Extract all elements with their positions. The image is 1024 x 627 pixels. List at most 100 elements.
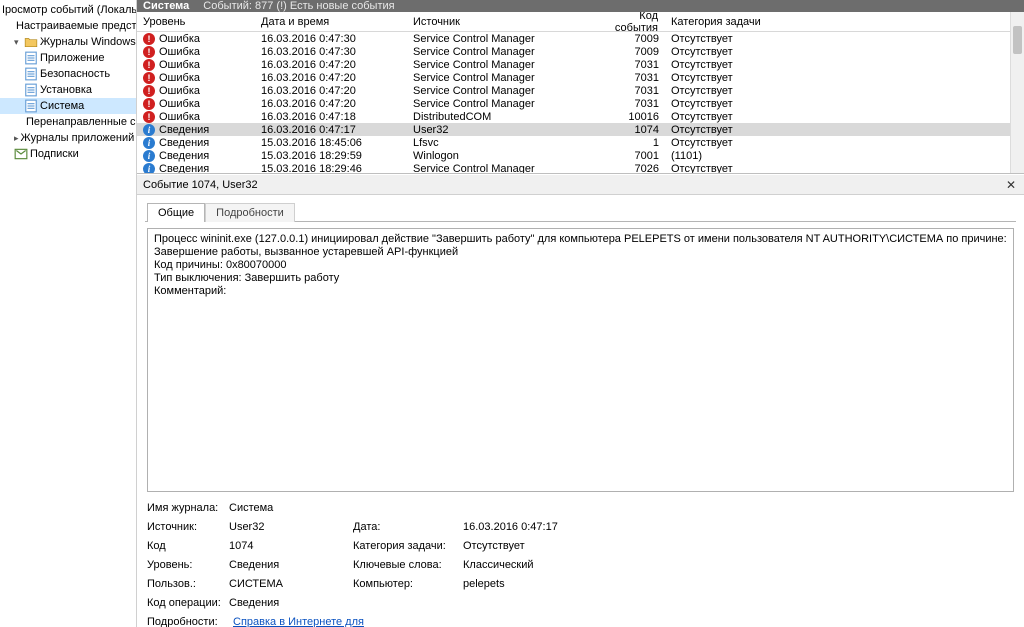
help-link[interactable]: Справка в Интернете для — [233, 616, 364, 627]
cell-datetime: 15.03.2016 18:45:06 — [255, 137, 407, 149]
cell-event-id: 7031 — [591, 72, 665, 84]
cell-datetime: 15.03.2016 18:29:59 — [255, 150, 407, 162]
error-icon — [143, 111, 155, 123]
event-row[interactable]: Ошибка16.03.2016 0:47:30Service Control … — [137, 45, 1010, 58]
cell-source: DistributedCOM — [407, 111, 591, 123]
cell-category: Отсутствует — [665, 163, 825, 174]
cell-datetime: 16.03.2016 0:47:20 — [255, 59, 407, 71]
prop-moreinfo-label: Подробности: — [147, 616, 223, 627]
tree-item-перенаправленные соб[interactable]: Перенаправленные соб — [0, 114, 136, 130]
event-row[interactable]: Ошибка16.03.2016 0:47:20Service Control … — [137, 71, 1010, 84]
tree-item-система[interactable]: Система — [0, 98, 136, 114]
tree-custom-views[interactable]: Настраиваемые представле — [0, 18, 136, 34]
event-row[interactable]: Ошибка16.03.2016 0:47:18DistributedCOM10… — [137, 110, 1010, 123]
prop-logname-label: Имя журнала: — [147, 502, 223, 514]
cell-event-id: 7031 — [591, 59, 665, 71]
subscriptions-icon — [14, 147, 28, 161]
col-source[interactable]: Источник — [407, 12, 591, 31]
cell-category: Отсутствует — [665, 85, 825, 97]
tree-item-установка[interactable]: Установка — [0, 82, 136, 98]
cell-source: Service Control Manager — [407, 98, 591, 110]
tab-general[interactable]: Общие — [147, 203, 205, 222]
tree-item-приложение[interactable]: Приложение — [0, 50, 136, 66]
tab-details[interactable]: Подробности — [205, 203, 295, 222]
event-row[interactable]: Ошибка 16.03.2016 0:47:20Service Control … — [137, 97, 1010, 110]
cell-event-id: 1 — [591, 137, 665, 149]
cell-event-id: 7009 — [591, 46, 665, 58]
cell-category: Отсутствует — [665, 124, 825, 136]
cell-level: Ошибка — [159, 59, 200, 71]
cell-level: Ошибка — [159, 33, 200, 45]
events-grid[interactable]: Уровень Дата и время Источник Код событи… — [137, 12, 1010, 173]
cell-level: Сведения — [159, 163, 209, 174]
folder-icon — [24, 35, 38, 49]
prop-level-value: Сведения — [229, 559, 347, 571]
cell-level: Сведения — [159, 137, 209, 149]
cell-category: Отсутствует — [665, 33, 825, 45]
event-row[interactable]: Сведения16.03.2016 0:47:17User321074Отсу… — [137, 123, 1010, 136]
event-row[interactable]: Сведения15.03.2016 18:45:06Lfsvc1Отсутст… — [137, 136, 1010, 149]
log-icon — [24, 51, 38, 65]
col-event-id[interactable]: Код события — [591, 12, 665, 31]
cell-source: Lfsvc — [407, 137, 591, 149]
close-detail-button[interactable]: ✕ — [1004, 178, 1018, 192]
cell-source: Service Control Manager — [407, 163, 591, 174]
tree-app-service-logs[interactable]: ▸ Журналы приложений и сл — [0, 130, 136, 146]
detail-header: Событие 1074, User32 ✕ — [137, 175, 1024, 195]
event-row[interactable]: Ошибка16.03.2016 0:47:20Service Control … — [137, 84, 1010, 97]
navigation-tree[interactable]: Іросмотр событий (Локальны Настраиваемые… — [0, 0, 137, 627]
info-icon — [143, 150, 155, 162]
cell-datetime: 16.03.2016 0:47:20 — [255, 85, 407, 97]
error-icon — [143, 46, 155, 58]
col-datetime[interactable]: Дата и время — [255, 12, 407, 31]
cell-level: Сведения — [159, 124, 209, 136]
log-name: Система — [143, 0, 189, 12]
tree-subscriptions[interactable]: Подписки — [0, 146, 136, 162]
tree-windows-logs[interactable]: ▾ Журналы Windows — [0, 34, 136, 50]
col-level[interactable]: Уровень — [137, 12, 255, 31]
cell-source: User32 — [407, 124, 591, 136]
detail-title-label: Событие 1074, User32 — [143, 179, 258, 191]
detail-tabs: Общие Подробности — [137, 199, 1024, 221]
tree-item-label: Система — [40, 100, 84, 112]
cell-datetime: 16.03.2016 0:47:20 — [255, 98, 407, 110]
cell-category: (1101) — [665, 150, 825, 162]
cell-event-id: 10016 — [591, 111, 665, 123]
prop-keywords-value: Классический — [463, 559, 633, 571]
cell-source: Service Control Manager — [407, 33, 591, 45]
tree-item-label: Перенаправленные соб — [26, 116, 137, 128]
error-icon — [143, 59, 155, 71]
prop-opcode-label: Код операции: — [147, 597, 223, 609]
cell-event-id: 7031 — [591, 98, 665, 110]
cell-level: Сведения — [159, 150, 209, 162]
cell-source: Service Control Manager — [407, 85, 591, 97]
expand-icon: ▾ — [14, 37, 24, 48]
event-row[interactable]: Сведения 15.03.2016 18:29:59Winlogon7001(… — [137, 149, 1010, 162]
cell-event-id: 7009 — [591, 33, 665, 45]
prop-category-value: Отсутствует — [463, 540, 633, 552]
scrollbar-thumb[interactable] — [1013, 26, 1022, 54]
cell-source: Service Control Manager — [407, 72, 591, 84]
message-line: Тип выключения: Завершить работу — [154, 272, 1007, 285]
cell-datetime: 16.03.2016 0:47:18 — [255, 111, 407, 123]
log-icon — [24, 67, 38, 81]
grid-scrollbar[interactable] — [1010, 12, 1024, 173]
cell-source: Winlogon — [407, 150, 591, 162]
error-icon — [143, 98, 155, 110]
tree-item-безопасность[interactable]: Безопасность — [0, 66, 136, 82]
info-icon — [143, 124, 155, 136]
cell-event-id: 7001 — [591, 150, 665, 162]
event-row[interactable]: Ошибка16.03.2016 0:47:20Service Control … — [137, 58, 1010, 71]
message-line: Код причины: 0x80070000 — [154, 259, 1007, 272]
prop-date-label: Дата: — [353, 521, 457, 533]
event-message-box[interactable]: Процесс wininit.exe (127.0.0.1) иницииро… — [147, 228, 1014, 492]
event-row[interactable]: Сведения15.03.2016 18:29:46Service Contr… — [137, 162, 1010, 173]
tree-root[interactable]: Іросмотр событий (Локальны — [0, 2, 136, 18]
cell-category: Отсутствует — [665, 111, 825, 123]
cell-category: Отсутствует — [665, 46, 825, 58]
event-row[interactable]: Ошибка16.03.2016 0:47:30Service Control … — [137, 32, 1010, 45]
col-category[interactable]: Категория задачи — [665, 12, 825, 31]
grid-header[interactable]: Уровень Дата и время Источник Код событи… — [137, 12, 1010, 32]
message-line: Комментарий: — [154, 285, 1007, 298]
cell-level: Ошибка — [159, 98, 200, 110]
